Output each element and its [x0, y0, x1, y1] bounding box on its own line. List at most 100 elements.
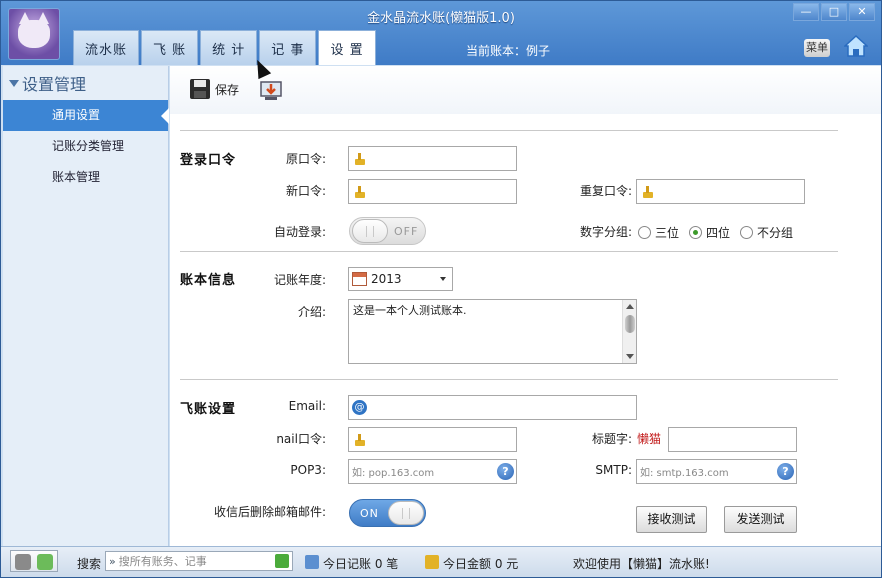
welcome-text: 欢迎使用【懒猫】流水账! [573, 557, 710, 571]
toggle-state: OFF [394, 224, 419, 238]
smtp-placeholder: 如: smtp.163.com [640, 468, 729, 479]
search-placeholder: 搜所有账务、记事 [118, 555, 207, 568]
user-switch-button[interactable] [10, 550, 58, 572]
pop3-field[interactable]: 如: pop.163.com ? [348, 459, 517, 484]
textarea-scrollbar[interactable] [622, 300, 636, 363]
pop3-label: POP3: [290, 463, 326, 477]
today-records: 今日记账 0 笔 [323, 557, 399, 571]
auto-login-label: 自动登录: [273, 225, 326, 239]
toggle-state: ON [360, 506, 379, 520]
sidebar-item-general[interactable]: 通用设置 [3, 100, 169, 131]
radio-label: 三位 [655, 226, 680, 240]
at-icon: @ [352, 400, 367, 415]
app-logo [8, 8, 60, 60]
radio-dot [638, 226, 651, 239]
mail-password-label: nail口令: [276, 432, 326, 446]
main-panel: 保存 登录口令 原口令: 新口令: 重复口令: 自动登录: OFF 数字分组: … [170, 66, 881, 546]
radio-dot [689, 226, 703, 239]
app-window: 金水晶流水账(懒猫版1.0) — □ ✕ 流水账 飞 账 统 计 记 事 设 置… [0, 0, 882, 578]
radio-dot [740, 226, 754, 239]
key-icon [641, 185, 655, 199]
home-icon[interactable] [844, 35, 868, 57]
save-icon [190, 79, 210, 99]
intro-textarea[interactable]: 这是一本个人测试账本. [348, 299, 637, 364]
export-icon[interactable] [259, 78, 283, 102]
subject-label: 标题字: [591, 432, 632, 446]
delete-after-receive-label: 收信后删除邮箱邮件: [213, 505, 326, 519]
send-test-button[interactable]: 发送测试 [724, 506, 797, 533]
minimize-button[interactable]: — [793, 3, 819, 21]
repeat-password-field[interactable] [636, 179, 805, 204]
divider [180, 379, 838, 380]
main-tabs: 流水账 飞 账 统 计 记 事 设 置 [73, 30, 376, 65]
search-label: 搜索 [77, 557, 102, 571]
calendar-icon [352, 272, 367, 286]
chevron-right-icon: » [109, 554, 116, 568]
tab-settings[interactable]: 设 置 [318, 30, 376, 65]
new-password-field[interactable] [348, 179, 517, 204]
old-password-field[interactable] [348, 146, 517, 171]
section-fly-title: 飞账设置 [180, 402, 237, 417]
receive-test-button[interactable]: 接收测试 [636, 506, 707, 533]
cat-icon [18, 12, 50, 48]
old-password-label: 原口令: [285, 152, 326, 166]
record-icon [305, 555, 319, 569]
sidebar: 设置管理 通用设置 记账分类管理 账本管理 [3, 66, 169, 546]
toolbar: 保存 [170, 66, 881, 114]
radio-three-digits[interactable]: 三位 [638, 224, 679, 241]
scroll-thumb[interactable] [625, 315, 635, 333]
pop3-placeholder: 如: pop.163.com [352, 468, 435, 479]
digit-group-label: 数字分组: [579, 225, 632, 239]
year-select[interactable]: 2013 [348, 267, 453, 291]
radio-no-grouping[interactable]: 不分组 [740, 224, 793, 241]
search-input[interactable]: » 搜所有账务、记事 [105, 551, 293, 571]
save-button[interactable]: 保存 [189, 78, 239, 100]
maximize-button[interactable]: □ [821, 3, 847, 21]
intro-text: 这是一本个人测试账本. [353, 304, 467, 317]
radio-four-digits[interactable]: 四位 [689, 224, 730, 241]
new-password-label: 新口令: [285, 184, 326, 198]
window-title: 金水晶流水账(懒猫版1.0) [367, 11, 515, 26]
close-button[interactable]: ✕ [849, 3, 875, 21]
auto-login-toggle[interactable]: OFF [349, 217, 426, 245]
money-icon [425, 555, 439, 569]
delete-after-receive-toggle[interactable]: ON [349, 499, 426, 527]
intro-label: 介绍: [297, 305, 326, 319]
divider [180, 251, 838, 252]
sidebar-header[interactable]: 设置管理 [3, 66, 168, 100]
window-controls: — □ ✕ [793, 3, 875, 21]
sidebar-item-categories[interactable]: 记账分类管理 [3, 131, 168, 162]
smtp-label: SMTP: [595, 463, 632, 477]
tab-notes[interactable]: 记 事 [259, 30, 317, 65]
help-icon[interactable]: ? [777, 463, 794, 480]
chevron-down-icon [440, 277, 446, 281]
subject-field[interactable] [668, 427, 797, 452]
scroll-up-icon[interactable] [626, 304, 634, 309]
email-label: Email: [288, 399, 326, 413]
sidebar-title: 设置管理 [22, 75, 87, 94]
year-label: 记账年度: [273, 273, 326, 287]
tab-journal[interactable]: 流水账 [73, 30, 140, 65]
status-bar: 搜索 » 搜所有账务、记事 今日记账 0 笔 今日金额 0 元 欢迎使用【懒猫】… [1, 546, 881, 577]
scroll-down-icon[interactable] [626, 354, 634, 359]
section-login-title: 登录口令 [180, 153, 237, 168]
email-field[interactable]: @ [348, 395, 637, 420]
help-icon[interactable]: ? [497, 463, 514, 480]
key-icon [353, 152, 367, 166]
tab-fly[interactable]: 飞 账 [141, 30, 199, 65]
toggle-knob [387, 501, 424, 525]
smtp-field[interactable]: 如: smtp.163.com ? [636, 459, 797, 484]
subject-tag: 懒猫 [637, 432, 662, 446]
search-icon[interactable] [275, 554, 289, 568]
key-icon [353, 433, 367, 447]
mail-password-field[interactable] [348, 427, 517, 452]
title-bar: 金水晶流水账(懒猫版1.0) — □ ✕ [1, 1, 881, 31]
radio-label: 不分组 [757, 226, 794, 240]
sidebar-item-accounts[interactable]: 账本管理 [3, 162, 168, 193]
today-amount: 今日金额 0 元 [443, 557, 519, 571]
tab-stats[interactable]: 统 计 [200, 30, 258, 65]
collapse-icon [9, 79, 19, 87]
save-label: 保存 [215, 82, 240, 97]
menu-button[interactable]: 菜单 [804, 39, 830, 57]
current-account: 当前账本：例子 [466, 44, 551, 58]
